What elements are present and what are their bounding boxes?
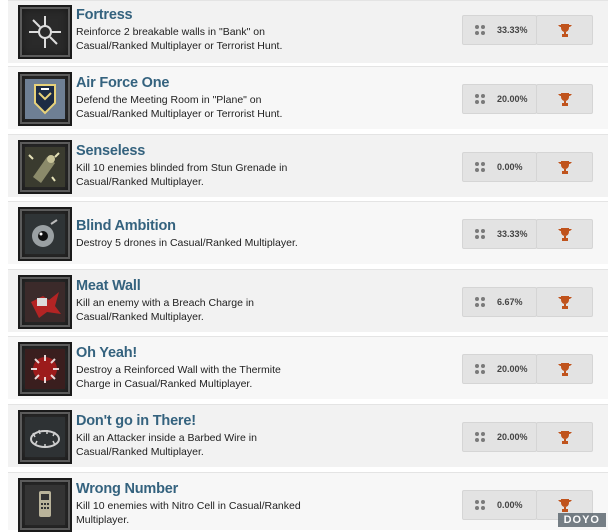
completion-percent: 0.00% xyxy=(497,162,523,172)
completion-percent: 33.33% xyxy=(497,25,528,35)
trophy-button[interactable] xyxy=(536,354,593,384)
oh-yeah-icon xyxy=(18,342,72,396)
trophy-icon xyxy=(557,160,572,174)
completion-percent-box: 20.00% xyxy=(462,84,537,114)
blind-ambition-icon xyxy=(18,207,72,261)
completion-percent-box: 20.00% xyxy=(462,354,537,384)
barbed-wire-icon xyxy=(18,410,72,464)
achievement-title: Senseless xyxy=(76,143,146,159)
achievement-title: Fortress xyxy=(76,7,133,23)
achievement-row[interactable]: Meat Wall Kill an enemy with a Breach Ch… xyxy=(8,269,608,332)
achievement-row[interactable]: Senseless Kill 10 enemies blinded from S… xyxy=(8,134,608,197)
trophy-button[interactable] xyxy=(536,152,593,182)
trophy-icon xyxy=(557,430,572,444)
achievement-title: Air Force One xyxy=(76,75,170,91)
trophy-icon xyxy=(557,295,572,309)
trophy-button[interactable] xyxy=(536,287,593,317)
completion-percent: 6.67% xyxy=(497,297,523,307)
grid-dots-icon xyxy=(475,162,485,172)
trophy-button[interactable] xyxy=(536,84,593,114)
trophy-button[interactable] xyxy=(536,422,593,452)
completion-percent-box: 20.00% xyxy=(462,422,537,452)
achievement-description: Kill 10 enemies blinded from Stun Grenad… xyxy=(76,162,288,188)
achievement-description: Defend the Meeting Room in "Plane" on Ca… xyxy=(76,94,283,120)
completion-percent: 20.00% xyxy=(497,432,528,442)
completion-percent: 0.00% xyxy=(497,500,523,510)
grid-dots-icon xyxy=(475,25,485,35)
achievement-row[interactable]: Wrong Number Kill 10 enemies with Nitro … xyxy=(8,472,608,532)
achievement-row[interactable]: Oh Yeah! Destroy a Reinforced Wall with … xyxy=(8,336,608,399)
completion-percent-box: 33.33% xyxy=(462,15,537,45)
completion-percent-box: 6.67% xyxy=(462,287,537,317)
grid-dots-icon xyxy=(475,432,485,442)
watermark-logo: DOYO xyxy=(557,513,606,527)
achievement-description: Kill 10 enemies with Nitro Cell in Casua… xyxy=(76,500,301,526)
achievement-description: Reinforce 2 breakable walls in "Bank" on… xyxy=(76,26,283,52)
achievement-description: Destroy 5 drones in Casual/Ranked Multip… xyxy=(76,237,298,249)
completion-percent-box: 0.00% xyxy=(462,490,537,520)
completion-percent-box: 0.00% xyxy=(462,152,537,182)
completion-percent: 33.33% xyxy=(497,229,528,239)
fortress-icon xyxy=(18,5,72,59)
grid-dots-icon xyxy=(475,297,485,307)
trophy-icon xyxy=(557,227,572,241)
completion-percent: 20.00% xyxy=(497,94,528,104)
achievement-description: Destroy a Reinforced Wall with the Therm… xyxy=(76,364,281,390)
achievement-row[interactable]: Blind Ambition Destroy 5 drones in Casua… xyxy=(8,201,608,264)
achievement-title: Blind Ambition xyxy=(76,218,176,234)
air-force-one-icon xyxy=(18,72,72,126)
achievement-title: Wrong Number xyxy=(76,481,179,497)
grid-dots-icon xyxy=(475,94,485,104)
senseless-icon xyxy=(18,140,72,194)
achievement-description: Kill an enemy with a Breach Charge in Ca… xyxy=(76,297,255,323)
achievement-row[interactable]: Air Force One Defend the Meeting Room in… xyxy=(8,66,608,129)
completion-percent-box: 33.33% xyxy=(462,219,537,249)
trophy-icon xyxy=(557,498,572,512)
trophy-button[interactable] xyxy=(536,15,593,45)
meat-wall-icon xyxy=(18,275,72,329)
trophy-icon xyxy=(557,23,572,37)
trophy-icon xyxy=(557,362,572,376)
achievement-title: Don't go in There! xyxy=(76,413,196,429)
achievement-title: Oh Yeah! xyxy=(76,345,137,361)
achievement-title: Meat Wall xyxy=(76,278,141,294)
achievement-row[interactable]: Don't go in There! Kill an Attacker insi… xyxy=(8,404,608,467)
trophy-icon xyxy=(557,92,572,106)
grid-dots-icon xyxy=(475,364,485,374)
achievement-row[interactable]: Fortress Reinforce 2 breakable walls in … xyxy=(8,0,608,63)
grid-dots-icon xyxy=(475,500,485,510)
grid-dots-icon xyxy=(475,229,485,239)
completion-percent: 20.00% xyxy=(497,364,528,374)
achievement-description: Kill an Attacker inside a Barbed Wire in… xyxy=(76,432,257,458)
trophy-button[interactable] xyxy=(536,219,593,249)
wrong-number-icon xyxy=(18,478,72,532)
